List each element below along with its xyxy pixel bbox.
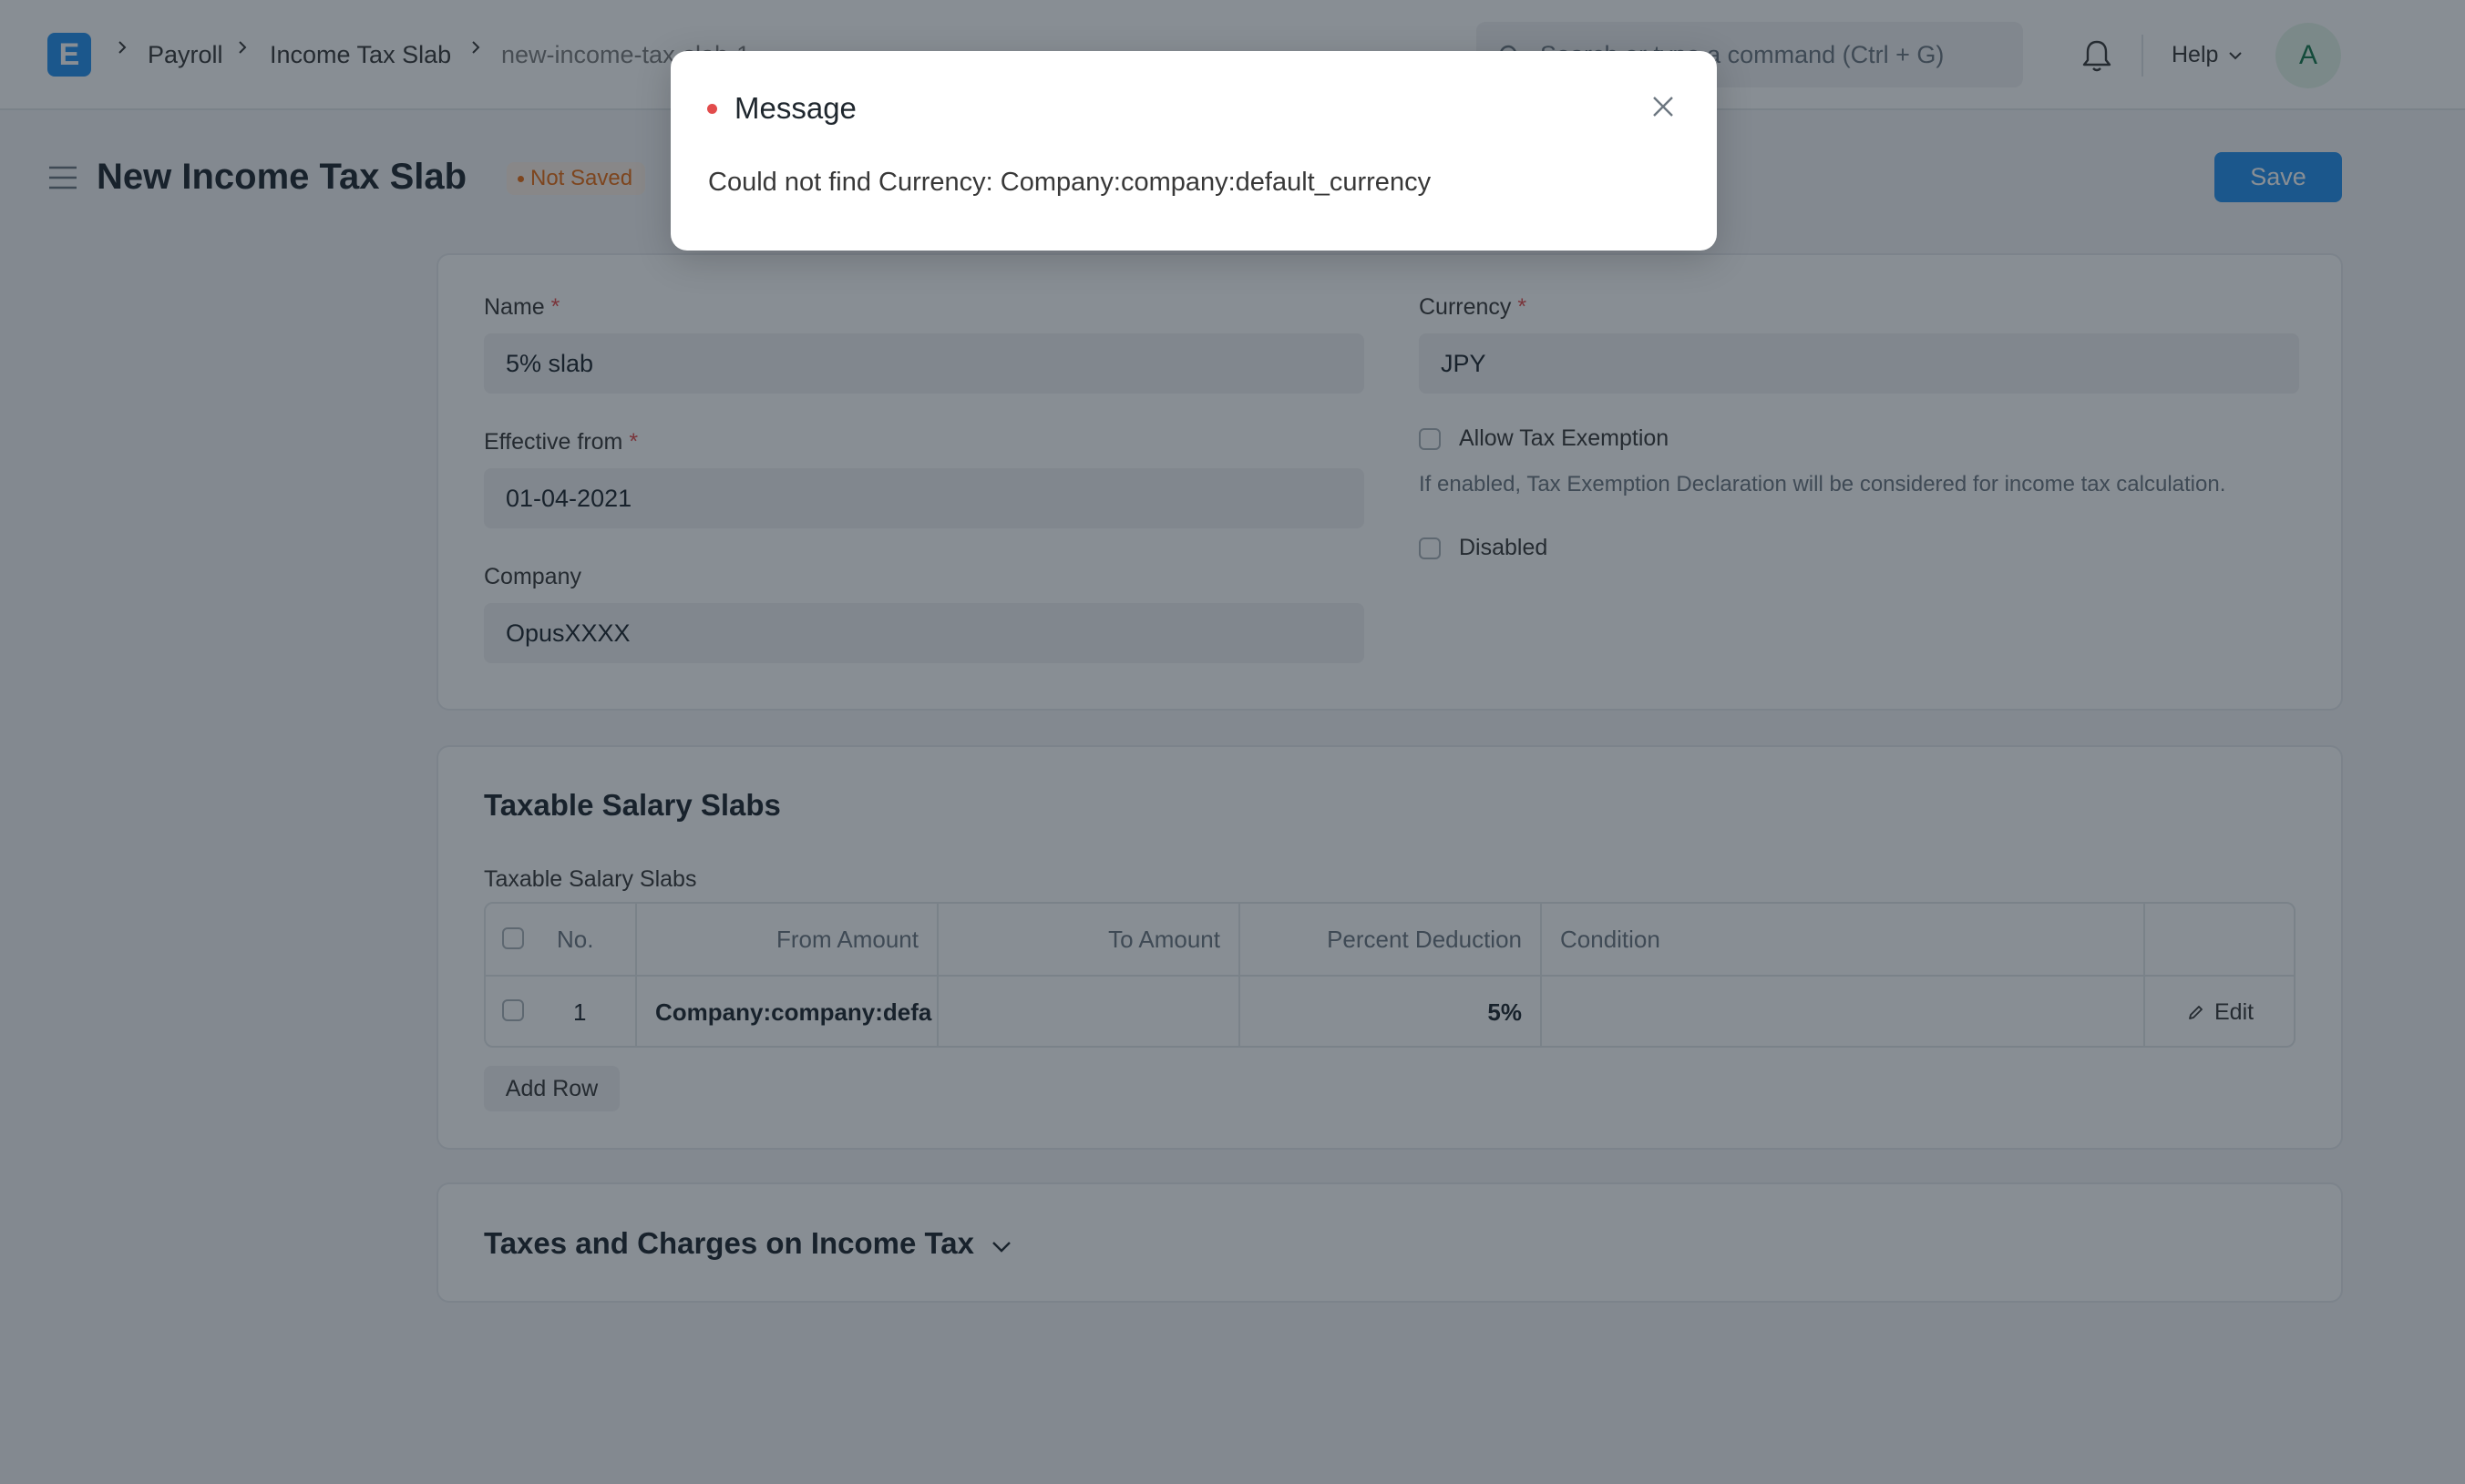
error-indicator-dot xyxy=(707,104,717,114)
message-dialog: Message Could not find Currency: Company… xyxy=(671,51,1717,251)
close-icon[interactable] xyxy=(1649,93,1677,120)
dialog-title: Message xyxy=(734,91,857,125)
dialog-message: Could not find Currency: Company:company… xyxy=(708,168,1432,197)
